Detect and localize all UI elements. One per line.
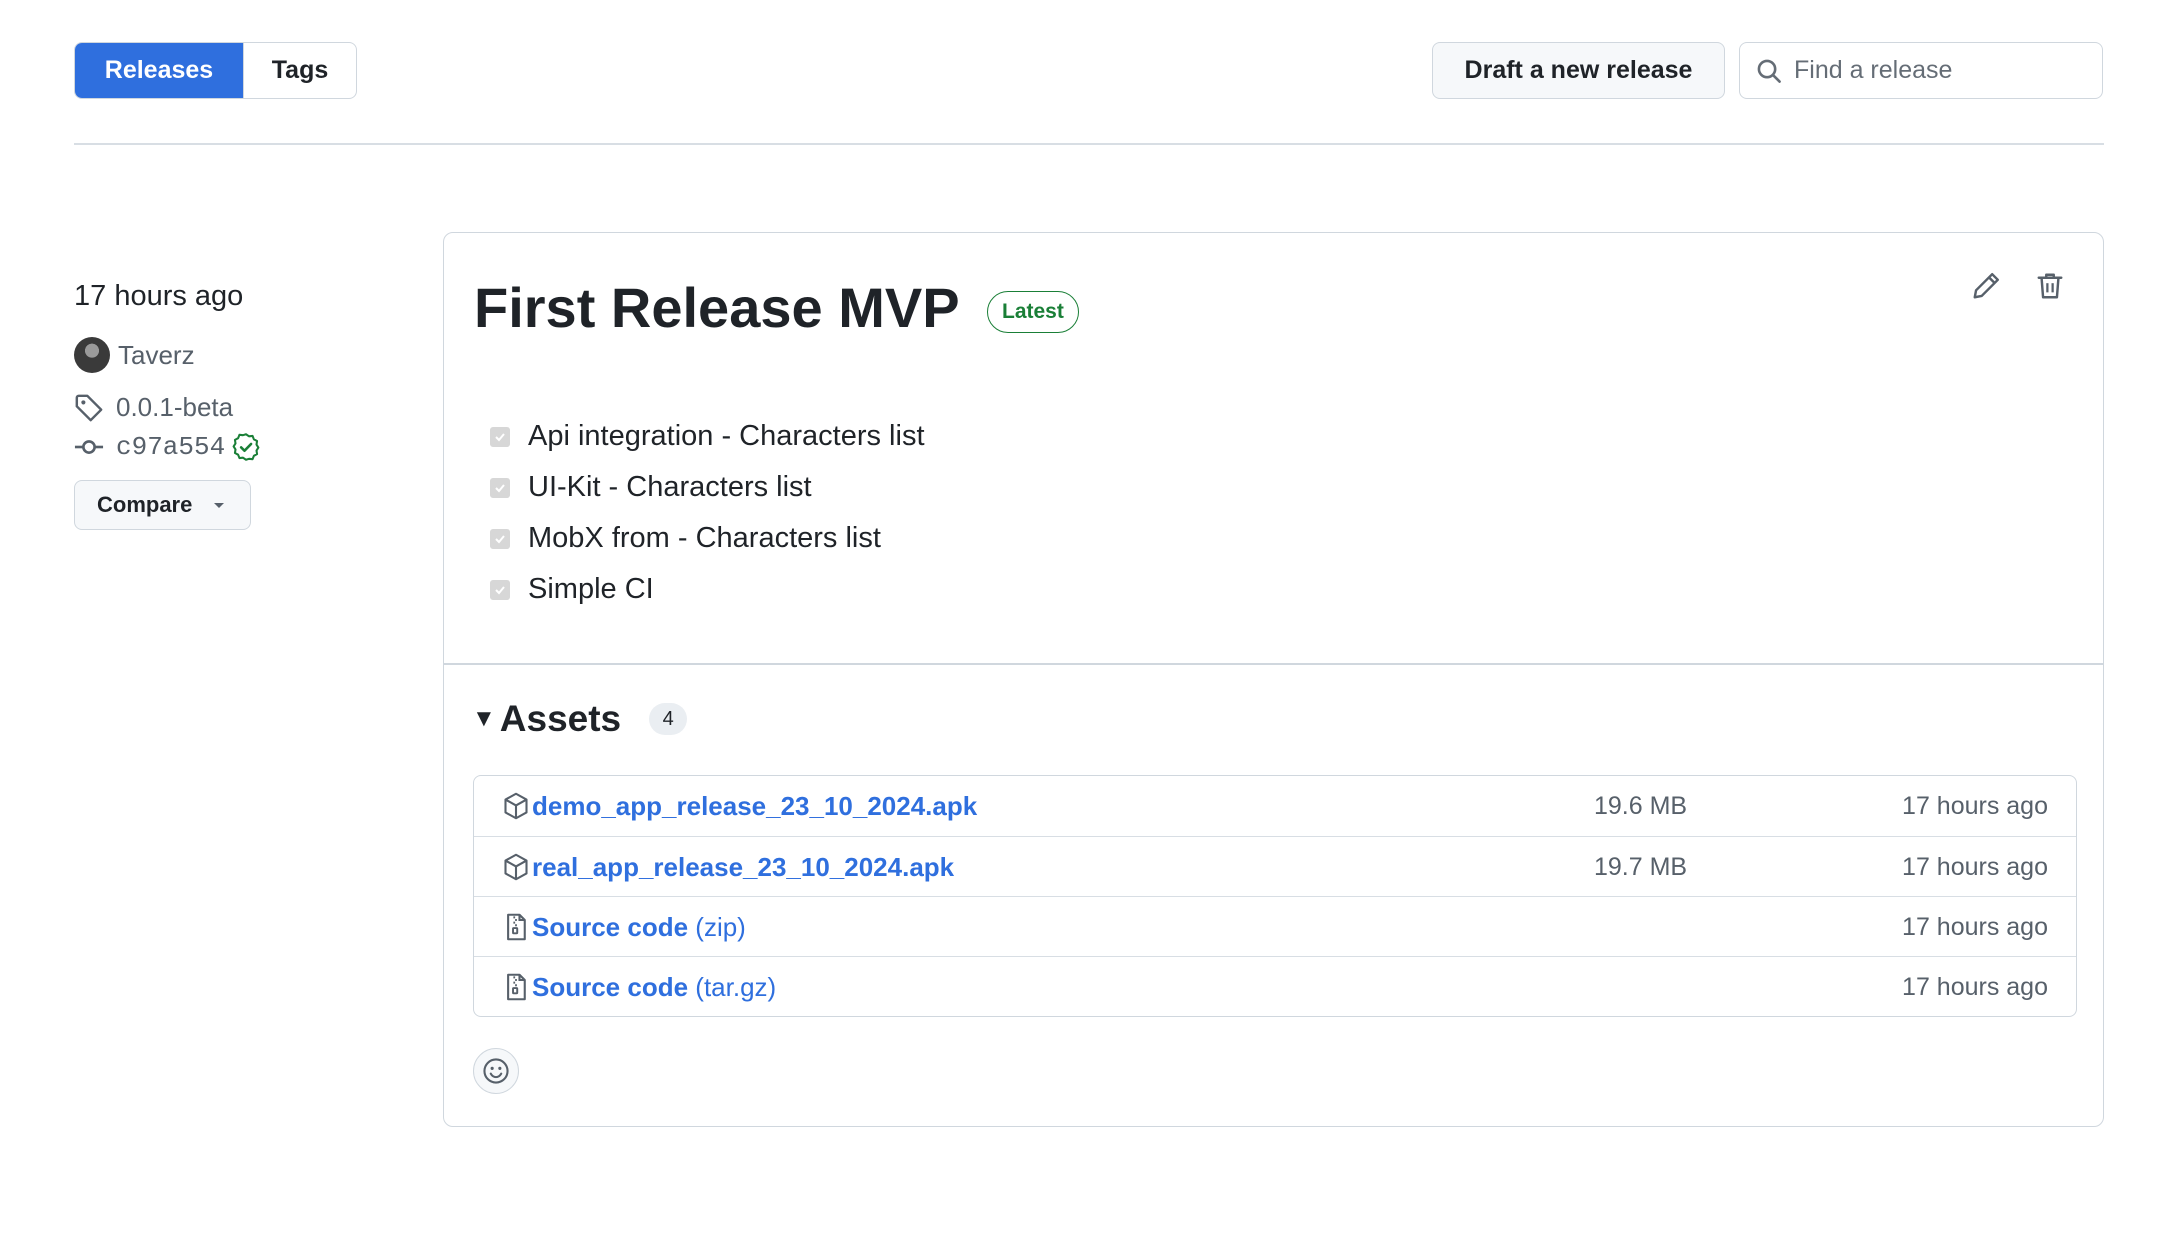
tag-name[interactable]: 0.0.1-beta	[116, 392, 233, 423]
verified-check-icon[interactable]	[231, 432, 261, 462]
search-icon	[1757, 59, 1781, 83]
release-author[interactable]: Taverz	[74, 337, 195, 373]
find-release-search[interactable]	[1739, 42, 2103, 99]
tag-icon	[75, 394, 103, 421]
asset-link[interactable]: real_app_release_23_10_2024.apk	[532, 852, 954, 883]
tab-tags[interactable]: Tags	[243, 43, 356, 98]
file-zip-icon	[507, 913, 526, 941]
release-card: First Release MVP Latest Api integration…	[443, 232, 2104, 1127]
commit-icon	[74, 440, 104, 454]
releases-page: Releases Tags Draft a new release 17 hou…	[0, 0, 2180, 1234]
release-note-item: Simple CI	[490, 564, 925, 615]
checkbox-icon	[490, 579, 510, 600]
asset-row: Source code (tar.gz) 17 hours ago	[474, 956, 2076, 1016]
commit-sha[interactable]: c97a554	[116, 432, 225, 462]
release-note-text: MobX from - Characters list	[528, 522, 881, 554]
latest-badge: Latest	[987, 291, 1079, 333]
asset-suffix[interactable]: (zip)	[688, 912, 746, 942]
search-input[interactable]	[1794, 56, 2074, 85]
compare-label: Compare	[97, 492, 193, 517]
asset-link[interactable]: Source code (zip)	[532, 912, 746, 943]
asset-row: real_app_release_23_10_2024.apk 19.7 MB …	[474, 836, 2076, 896]
assets-toggle[interactable]: ▼ Assets 4	[472, 698, 688, 740]
release-note-text: Simple CI	[528, 573, 654, 605]
asset-name[interactable]: demo_app_release_23_10_2024.apk	[532, 791, 977, 821]
asset-time: 17 hours ago	[1902, 792, 2048, 820]
checkbox-icon	[490, 477, 510, 498]
card-divider	[444, 663, 2103, 665]
assets-list: demo_app_release_23_10_2024.apk 19.6 MB …	[473, 775, 2077, 1017]
asset-time: 17 hours ago	[1902, 853, 2048, 881]
tab-releases[interactable]: Releases	[75, 43, 243, 98]
assets-title: Assets	[499, 698, 622, 739]
package-icon	[504, 792, 528, 820]
asset-size: 19.6 MB	[1594, 792, 1688, 820]
asset-name[interactable]: Source code	[532, 972, 688, 1002]
compare-button[interactable]: Compare	[74, 480, 251, 530]
smiley-icon	[483, 1058, 509, 1084]
checkbox-icon	[490, 426, 510, 447]
avatar[interactable]	[74, 337, 110, 373]
header-divider	[74, 143, 2104, 145]
asset-row: demo_app_release_23_10_2024.apk 19.6 MB …	[474, 776, 2076, 836]
asset-name[interactable]: real_app_release_23_10_2024.apk	[532, 852, 954, 882]
file-zip-icon	[507, 973, 526, 1001]
release-commit[interactable]: c97a554	[74, 432, 261, 462]
author-name[interactable]: Taverz	[118, 340, 195, 371]
asset-link[interactable]: Source code (tar.gz)	[532, 972, 776, 1003]
draft-new-release-button[interactable]: Draft a new release	[1432, 42, 1725, 99]
releases-tags-switch: Releases Tags	[74, 42, 357, 99]
asset-suffix[interactable]: (tar.gz)	[688, 972, 776, 1002]
trash-icon[interactable]	[2035, 271, 2065, 301]
asset-time: 17 hours ago	[1902, 973, 2048, 1001]
asset-name[interactable]: Source code	[532, 912, 688, 942]
asset-size: 19.7 MB	[1594, 853, 1688, 881]
package-icon	[504, 853, 528, 881]
release-note-item: MobX from - Characters list	[490, 513, 925, 564]
checkbox-icon	[490, 528, 510, 549]
chevron-down-icon	[214, 503, 225, 508]
assets-count-badge: 4	[649, 703, 688, 735]
triangle-down-icon: ▼	[472, 705, 496, 732]
asset-row: Source code (zip) 17 hours ago	[474, 896, 2076, 956]
asset-link[interactable]: demo_app_release_23_10_2024.apk	[532, 791, 977, 822]
release-note-text: UI-Kit - Characters list	[528, 471, 812, 503]
release-note-item: Api integration - Characters list	[490, 411, 925, 462]
release-note-item: UI-Kit - Characters list	[490, 462, 925, 513]
add-reaction-button[interactable]	[473, 1048, 519, 1094]
release-notes-list: Api integration - Characters list UI-Kit…	[490, 411, 925, 615]
release-note-text: Api integration - Characters list	[528, 420, 925, 452]
release-tag[interactable]: 0.0.1-beta	[74, 392, 233, 423]
release-title[interactable]: First Release MVP	[474, 275, 960, 340]
asset-time: 17 hours ago	[1902, 913, 2048, 941]
pencil-icon[interactable]	[1971, 271, 2001, 301]
release-time: 17 hours ago	[74, 280, 244, 312]
